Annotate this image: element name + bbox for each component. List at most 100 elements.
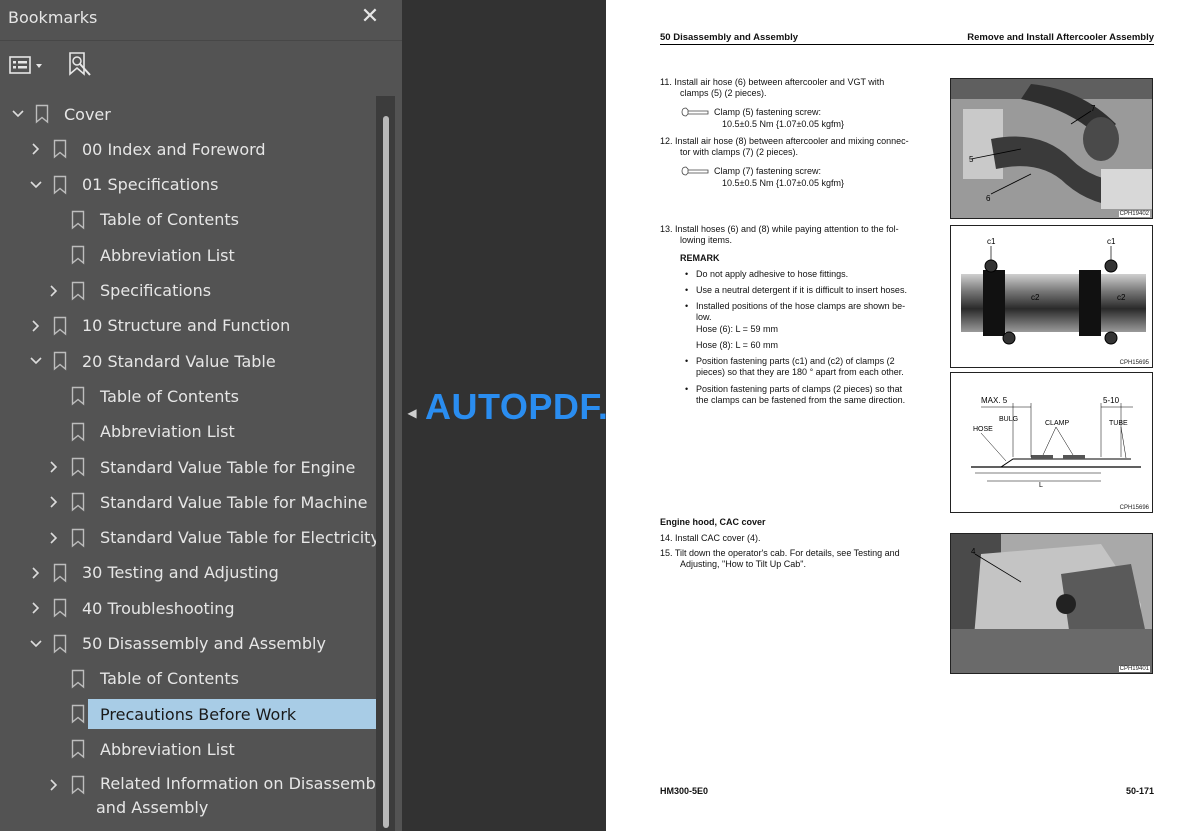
bookmark-label[interactable]: 20 Standard Value Table	[82, 352, 276, 371]
figure-clamp-positions: c1 c1 c2 c2 CPH15695	[950, 225, 1153, 368]
fig3-label-5-10: 5-10	[1103, 396, 1120, 405]
bookmark-label[interactable]: Specifications	[100, 281, 211, 300]
bullet-icon: •	[685, 384, 689, 394]
fig3-label-hose: HOSE	[973, 426, 993, 433]
bookmark-item[interactable]: 00 Index and Foreword	[28, 132, 266, 166]
bookmark-label[interactable]: 01 Specifications	[82, 175, 219, 194]
dimension-diagram: MAX. 5 5-10 BULG CLAMP HOSE TUBE L	[971, 396, 1141, 489]
chevron-down-icon[interactable]	[28, 636, 44, 652]
bookmark-item[interactable]: Table of Contents	[46, 379, 239, 413]
bookmark-icon	[52, 315, 68, 337]
panel-title: Bookmarks	[8, 8, 98, 27]
bookmark-item[interactable]: 01 Specifications	[28, 168, 219, 202]
chevron-right-icon[interactable]	[46, 459, 62, 475]
bookmark-item[interactable]: 50 Disassembly and Assembly	[28, 627, 326, 661]
bookmark-label[interactable]: Abbreviation List	[100, 422, 235, 441]
header-right: Remove and Install Aftercooler Assembly	[967, 32, 1154, 43]
scrollbar-thumb[interactable]	[383, 116, 389, 828]
bookmark-icon	[52, 597, 68, 619]
bookmark-item[interactable]: Specifications	[46, 274, 211, 308]
bookmark-item[interactable]: Standard Value Table for Electricity	[46, 521, 380, 555]
bookmark-label[interactable]: Abbreviation List	[100, 740, 235, 759]
bookmark-item[interactable]: 30 Testing and Adjusting	[28, 556, 279, 590]
cover-photo: 4	[951, 534, 1152, 673]
bookmark-label[interactable]: Standard Value Table for Engine	[100, 458, 355, 477]
wrench-icon	[681, 166, 709, 176]
bookmark-item[interactable]: Cover	[10, 97, 111, 131]
collapse-panel-icon[interactable]: ◀	[405, 403, 419, 423]
bookmark-icon	[70, 456, 86, 478]
bookmark-label[interactable]: Abbreviation List	[100, 246, 235, 265]
bullet-icon: •	[685, 269, 689, 279]
clamp-diagram: c1 c1 c2 c2	[961, 237, 1146, 345]
bookmark-item[interactable]: 20 Standard Value Table	[28, 344, 276, 378]
bookmark-item[interactable]: Abbreviation List	[46, 238, 235, 272]
bookmark-item[interactable]: Table of Contents	[46, 662, 239, 696]
remark-item: Do not apply adhesive to hose fittings.	[696, 269, 849, 279]
fig2-caption: CPH15695	[1118, 360, 1150, 366]
bookmark-label[interactable]: Table of Contents	[100, 669, 239, 688]
fig2-label-c2a: c2	[1031, 293, 1040, 302]
chevron-right-icon[interactable]	[28, 141, 44, 157]
bookmark-item[interactable]: 10 Structure and Function	[28, 309, 290, 343]
bookmark-label[interactable]: 50 Disassembly and Assembly	[82, 634, 326, 653]
bookmark-label[interactable]: Standard Value Table for Electricity	[100, 528, 380, 547]
remark-item: the clamps can be fastened from the same…	[696, 395, 906, 405]
bullet-icon: •	[685, 356, 689, 366]
bookmark-label[interactable]: Table of Contents	[100, 210, 239, 229]
bookmark-icon	[70, 244, 86, 266]
step-11-cont: clamps (5) (2 pieces).	[680, 88, 767, 98]
fig2-label-c2b: c2	[1117, 293, 1126, 302]
chevron-right-icon[interactable]	[28, 600, 44, 616]
step-12-cont: tor with clamps (7) (2 pieces).	[680, 147, 799, 157]
chevron-right-icon[interactable]	[28, 318, 44, 334]
bookmark-item[interactable]: Standard Value Table for Engine	[46, 450, 355, 484]
bookmark-label[interactable]: Related Information on Disassembly	[100, 774, 380, 793]
bookmark-item[interactable]: Standard Value Table for Machine	[46, 485, 367, 519]
chevron-right-icon[interactable]	[46, 494, 62, 510]
bookmark-label-cont[interactable]: and Assembly	[96, 798, 380, 817]
fig4-caption: CPH19401	[1118, 666, 1150, 672]
chevron-right-icon[interactable]	[46, 777, 62, 793]
chevron-down-icon[interactable]	[10, 106, 26, 122]
bookmark-icon	[52, 350, 68, 372]
bookmark-item[interactable]: Table of Contents	[46, 203, 239, 237]
bookmark-label[interactable]: 40 Troubleshooting	[82, 599, 235, 618]
chevron-right-icon[interactable]	[46, 283, 62, 299]
section-title: Engine hood, CAC cover	[660, 517, 766, 527]
chevron-right-icon[interactable]	[28, 565, 44, 581]
options-menu-button[interactable]	[9, 52, 43, 78]
bookmark-label[interactable]: 10 Structure and Function	[82, 316, 290, 335]
hose-photo: 5 6 7	[951, 79, 1152, 218]
find-bookmark-button[interactable]	[68, 52, 92, 78]
remark-item: Installed positions of the hose clamps a…	[696, 301, 906, 311]
bookmark-label[interactable]: 30 Testing and Adjusting	[82, 563, 279, 582]
bookmark-item[interactable]: Abbreviation List	[46, 415, 235, 449]
bookmark-item[interactable]: Related Information on Disassembly and As…	[46, 768, 380, 818]
bookmark-label[interactable]: Standard Value Table for Machine	[100, 493, 367, 512]
fig1-label-5: 5	[969, 155, 974, 164]
bookmark-label[interactable]: Precautions Before Work	[100, 705, 296, 724]
chevron-down-icon[interactable]	[28, 353, 44, 369]
bookmark-item[interactable]: Precautions Before Work	[46, 697, 296, 731]
bookmarks-panel: Bookmarks ✕ Cover 00 Index and Foreword 01…	[0, 0, 402, 831]
fig1-caption: CPH19402	[1118, 211, 1150, 217]
bookmark-icon	[70, 280, 86, 302]
wrench-icon	[681, 107, 709, 117]
bookmark-label[interactable]: 00 Index and Foreword	[82, 140, 266, 159]
bookmark-icon	[70, 209, 86, 231]
chevron-down-icon[interactable]	[28, 177, 44, 193]
bookmark-label[interactable]: Table of Contents	[100, 387, 239, 406]
close-icon[interactable]: ✕	[357, 4, 383, 30]
bookmark-item[interactable]: 40 Troubleshooting	[28, 591, 235, 625]
bookmark-label[interactable]: Cover	[64, 105, 111, 124]
chevron-right-icon[interactable]	[46, 530, 62, 546]
bookmark-item[interactable]: Abbreviation List	[46, 732, 235, 766]
remark-heading: REMARK	[680, 253, 720, 263]
